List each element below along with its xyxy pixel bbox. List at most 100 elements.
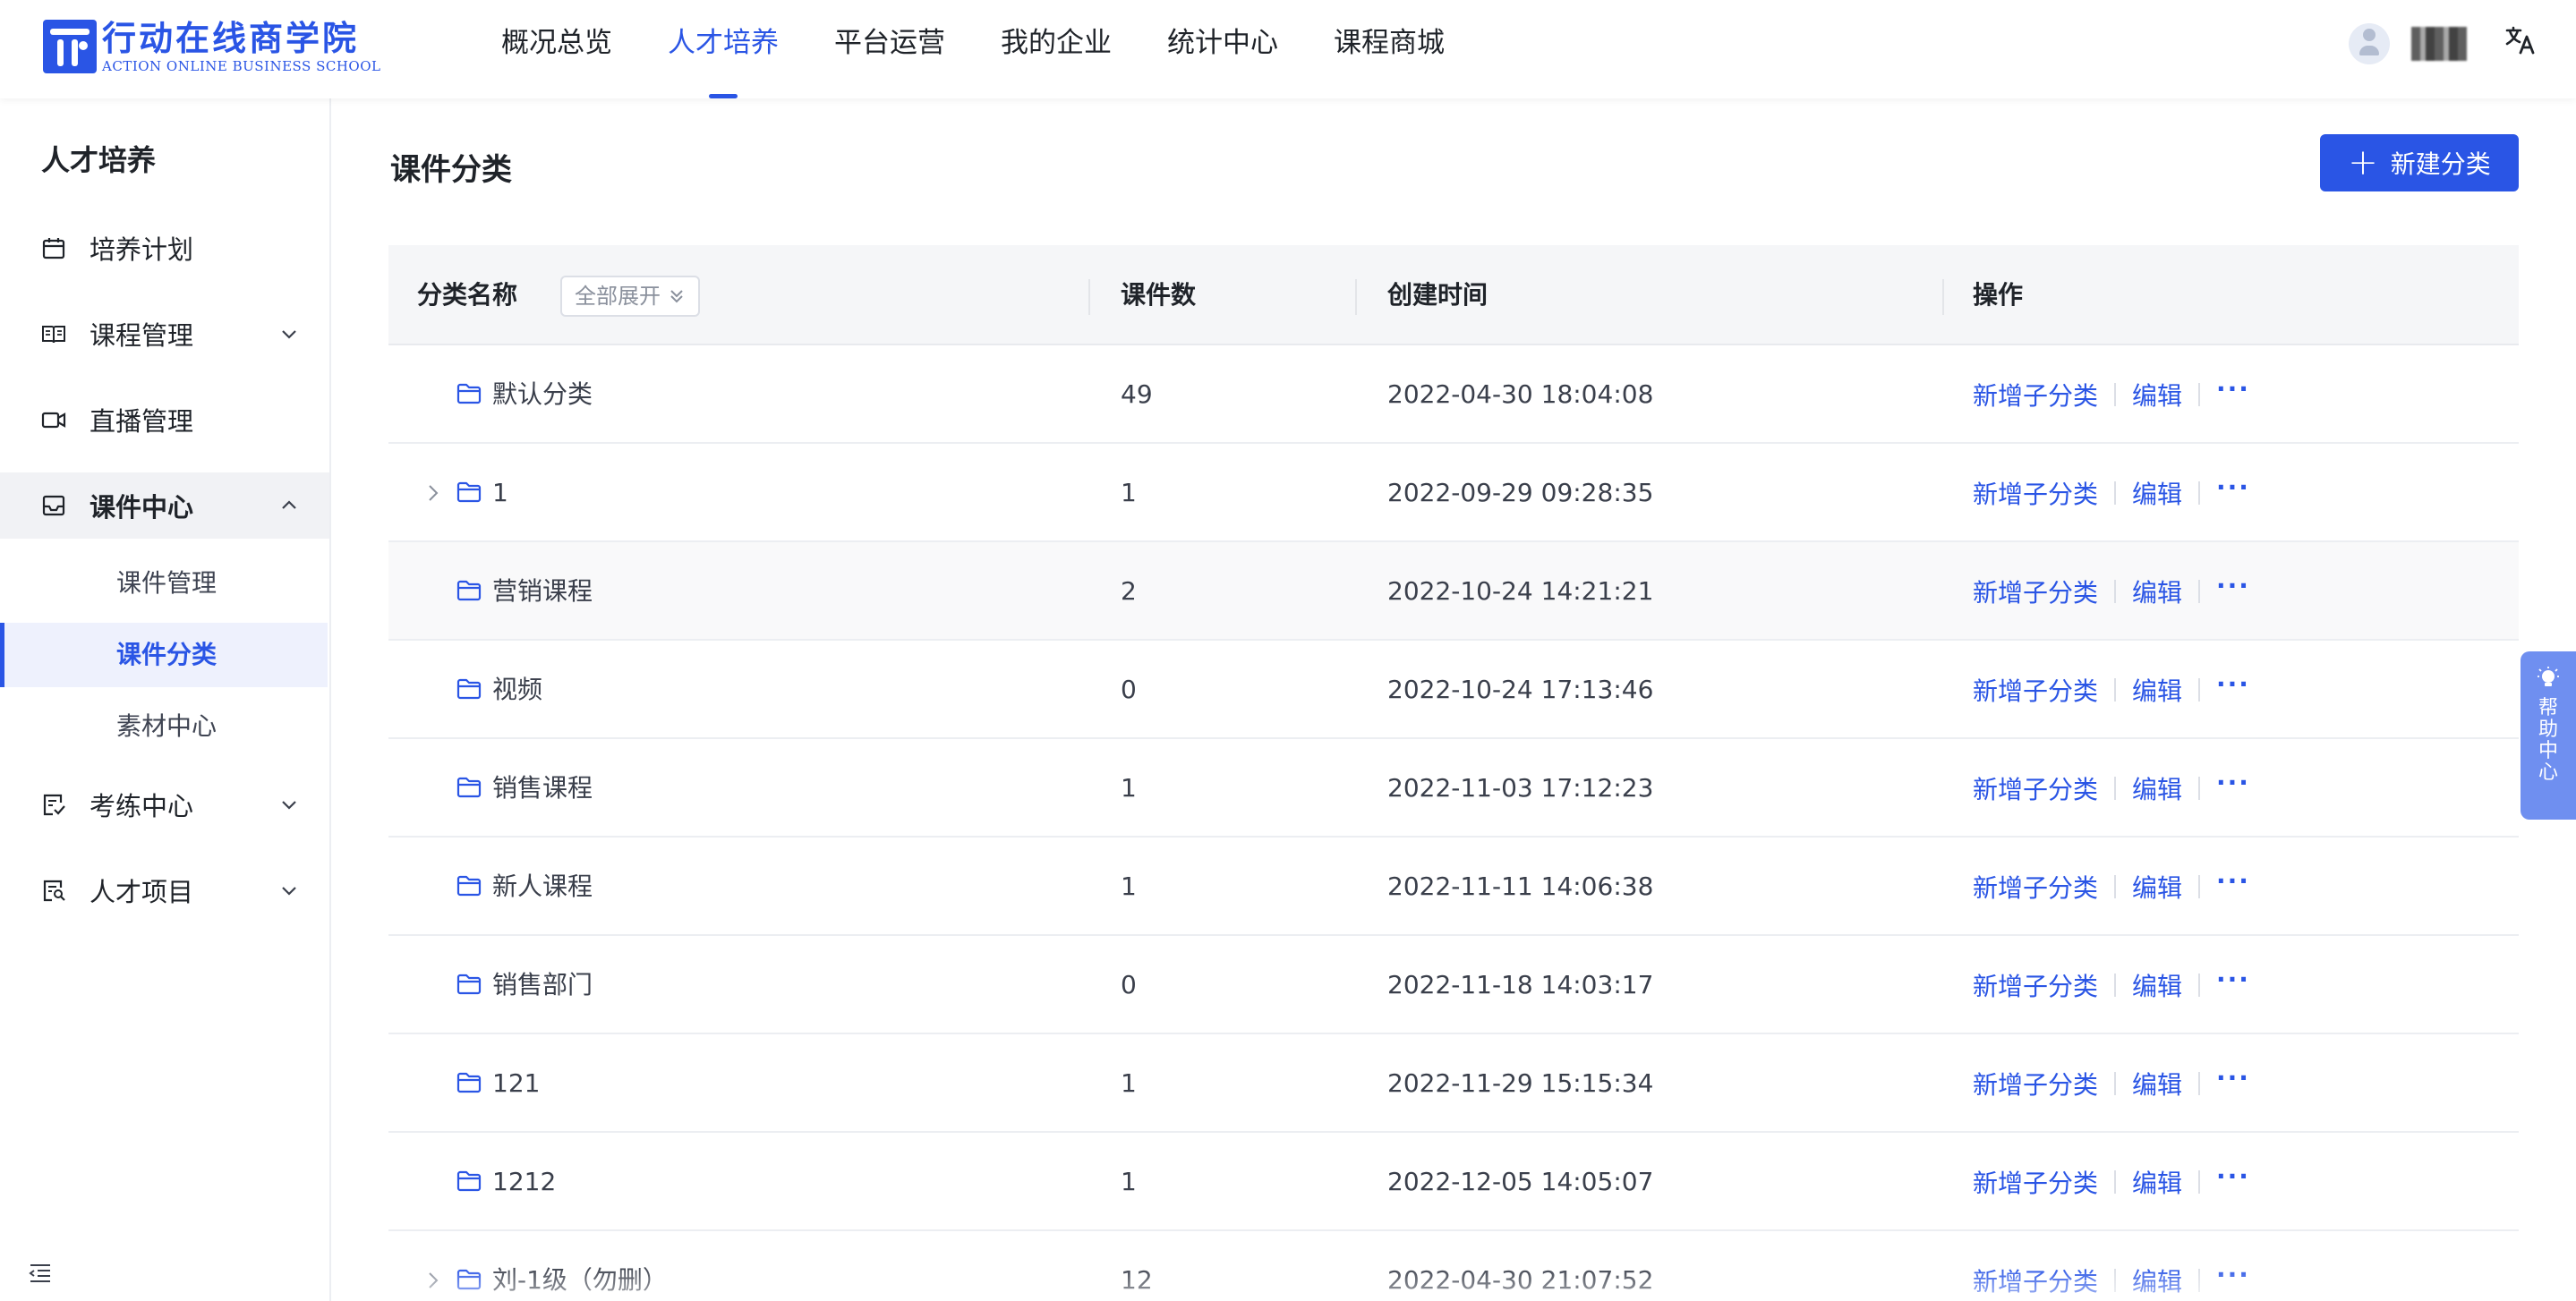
created-time: 2022-11-18 14:03:17 [1387, 970, 1654, 999]
created-time: 2022-09-29 09:28:35 [1387, 478, 1654, 507]
double-chevron-down-icon [670, 290, 683, 303]
help-center-tab[interactable]: 帮助中心 [2521, 651, 2576, 820]
created-time: 2022-11-29 15:15:34 [1387, 1068, 1654, 1098]
created-time: 2022-10-24 17:13:46 [1387, 675, 1654, 704]
brand-logo[interactable]: 行动在线商学院 ACTION ONLINE BUSINESS SCHOOL [43, 18, 380, 75]
sidebar-subitem-material-center[interactable]: 素材中心 [0, 694, 328, 759]
add-subcategory-link[interactable]: 新增子分类 [1973, 1066, 2098, 1101]
more-icon[interactable]: ··· [2216, 1164, 2250, 1189]
collapse-sidebar-icon[interactable] [27, 1260, 54, 1287]
more-icon[interactable]: ··· [2216, 770, 2250, 795]
edit-link[interactable]: 编辑 [2132, 574, 2182, 609]
sidebar-subitem-courseware-category[interactable]: 课件分类 [0, 623, 328, 687]
chevron-right-icon[interactable] [421, 480, 446, 506]
table-row[interactable]: 营销课程 2 2022-10-24 14:21:21 新增子分类 编辑 ··· [388, 542, 2519, 641]
edit-link[interactable]: 编辑 [2132, 770, 2182, 806]
category-name: 营销课程 [492, 576, 593, 606]
table-row[interactable]: 默认分类 49 2022-04-30 18:04:08 新增子分类 编辑 ··· [388, 345, 2519, 444]
more-icon[interactable]: ··· [2216, 574, 2250, 599]
category-name: 新人课程 [492, 872, 593, 901]
new-category-button[interactable]: + 新建分类 [2320, 134, 2519, 191]
nav-course-mall[interactable]: 课程商城 [1334, 0, 1445, 98]
avatar[interactable] [2349, 23, 2390, 64]
folder-icon [456, 678, 482, 700]
more-icon[interactable]: ··· [2216, 1066, 2250, 1091]
lightbulb-icon [2538, 667, 2559, 686]
edit-link[interactable]: 编辑 [2132, 967, 2182, 1003]
chevron-right-icon[interactable] [421, 1268, 446, 1293]
more-icon[interactable]: ··· [2216, 1263, 2250, 1288]
translate-icon[interactable] [2504, 24, 2537, 64]
folder-icon [456, 974, 482, 995]
row-actions: 新增子分类 编辑 ··· [1973, 1034, 2250, 1133]
add-subcategory-link[interactable]: 新增子分类 [1973, 672, 2098, 708]
add-subcategory-link[interactable]: 新增子分类 [1973, 967, 2098, 1003]
main-content: 课件分类 + 新建分类 分类名称 全部展开 课件数 创建时间 操作 默认分类 49… [331, 98, 2576, 1301]
sidebar-item-label: 考练中心 [90, 791, 194, 821]
sidebar-item-label: 人才项目 [90, 877, 194, 907]
row-actions: 新增子分类 编辑 ··· [1973, 739, 2250, 838]
sidebar-item-talent-project[interactable]: 人才项目 [0, 857, 329, 923]
sidebar-item-exam-center[interactable]: 考练中心 [0, 771, 329, 838]
created-time: 2022-04-30 21:07:52 [1387, 1265, 1654, 1295]
nav-talent-training[interactable]: 人才培养 [668, 0, 779, 98]
add-subcategory-link[interactable]: 新增子分类 [1973, 475, 2098, 511]
edit-link[interactable]: 编辑 [2132, 672, 2182, 708]
edit-link[interactable]: 编辑 [2132, 377, 2182, 412]
courseware-count: 1 [1121, 1167, 1137, 1196]
add-subcategory-link[interactable]: 新增子分类 [1973, 770, 2098, 806]
more-icon[interactable]: ··· [2216, 377, 2250, 402]
table-row[interactable]: 视频 0 2022-10-24 17:13:46 新增子分类 编辑 ··· [388, 641, 2519, 739]
folder-icon [456, 580, 482, 601]
add-subcategory-link[interactable]: 新增子分类 [1973, 1263, 2098, 1298]
row-actions: 新增子分类 编辑 ··· [1973, 1231, 2250, 1301]
expand-all-button[interactable]: 全部展开 [560, 276, 700, 317]
add-subcategory-link[interactable]: 新增子分类 [1973, 1164, 2098, 1200]
sidebar-item-live-management[interactable]: 直播管理 [0, 387, 329, 453]
row-actions: 新增子分类 编辑 ··· [1973, 936, 2250, 1034]
sidebar-item-training-plan[interactable]: 培养计划 [0, 215, 329, 281]
help-center-label: 帮助中心 [2538, 697, 2558, 784]
add-subcategory-link[interactable]: 新增子分类 [1973, 574, 2098, 609]
edit-link[interactable]: 编辑 [2132, 1164, 2182, 1200]
more-icon[interactable]: ··· [2216, 672, 2250, 697]
sidebar-item-courseware-center[interactable]: 课件中心 [0, 472, 329, 539]
table-row[interactable]: 销售部门 0 2022-11-18 14:03:17 新增子分类 编辑 ··· [388, 936, 2519, 1034]
edit-link[interactable]: 编辑 [2132, 1263, 2182, 1298]
table-row[interactable]: 新人课程 1 2022-11-11 14:06:38 新增子分类 编辑 ··· [388, 838, 2519, 936]
col-category-name: 分类名称 [417, 280, 518, 310]
user-name-blurred[interactable] [2411, 27, 2467, 61]
add-subcategory-link[interactable]: 新增子分类 [1973, 377, 2098, 412]
chevron-up-icon [282, 500, 296, 509]
nav-overview[interactable]: 概况总览 [501, 0, 612, 98]
courseware-count: 0 [1121, 675, 1137, 704]
category-name: 1 [492, 478, 508, 507]
sidebar-item-course-management[interactable]: 课程管理 [0, 301, 329, 367]
nav-statistics[interactable]: 统计中心 [1167, 0, 1278, 98]
more-icon[interactable]: ··· [2216, 475, 2250, 500]
more-icon[interactable]: ··· [2216, 967, 2250, 992]
edit-link[interactable]: 编辑 [2132, 475, 2182, 511]
table-row[interactable]: 1 1 2022-09-29 09:28:35 新增子分类 编辑 ··· [388, 444, 2519, 542]
category-name: 1212 [492, 1167, 557, 1196]
table-row[interactable]: 121 1 2022-11-29 15:15:34 新增子分类 编辑 ··· [388, 1034, 2519, 1133]
nav-my-company[interactable]: 我的企业 [1001, 0, 1112, 98]
row-actions: 新增子分类 编辑 ··· [1973, 542, 2250, 641]
col-actions: 操作 [1973, 280, 2024, 310]
table-row[interactable]: 销售课程 1 2022-11-03 17:12:23 新增子分类 编辑 ··· [388, 739, 2519, 838]
table-row[interactable]: 刘-1级（勿删） 12 2022-04-30 21:07:52 新增子分类 编辑 ··· [388, 1231, 2519, 1301]
add-subcategory-link[interactable]: 新增子分类 [1973, 869, 2098, 905]
sidebar-item-label: 课件中心 [90, 492, 194, 523]
courseware-count: 1 [1121, 773, 1137, 803]
edit-link[interactable]: 编辑 [2132, 1066, 2182, 1101]
sidebar-subitem-courseware-management[interactable]: 课件管理 [0, 551, 328, 616]
created-time: 2022-04-30 18:04:08 [1387, 379, 1654, 409]
more-icon[interactable]: ··· [2216, 869, 2250, 894]
category-name: 销售课程 [492, 773, 593, 803]
nav-platform-ops[interactable]: 平台运营 [834, 0, 945, 98]
plus-icon: + [2348, 142, 2378, 183]
table-row[interactable]: 1212 1 2022-12-05 14:05:07 新增子分类 编辑 ··· [388, 1133, 2519, 1231]
col-courseware-count: 课件数 [1121, 280, 1197, 310]
folder-icon [456, 1072, 482, 1093]
edit-link[interactable]: 编辑 [2132, 869, 2182, 905]
